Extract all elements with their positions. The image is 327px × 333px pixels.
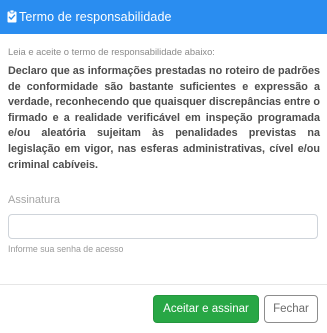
clipboard-check-icon [7, 9, 17, 23]
signature-input[interactable] [8, 214, 318, 239]
instruction-text: Leia e aceite o termo de responsabilidad… [8, 46, 215, 57]
signature-help-text: Informe sua senha de acesso [8, 244, 124, 254]
signature-label: Assinatura [8, 194, 60, 206]
modal-header: Termo de responsabilidade [0, 0, 327, 34]
footer-divider [0, 284, 327, 285]
close-button[interactable]: Fechar [264, 295, 318, 323]
modal-title: Termo de responsabilidade [19, 10, 172, 24]
responsibility-term-modal: Termo de responsabilidade Leia e aceite … [0, 0, 327, 333]
accept-and-sign-button[interactable]: Aceitar e assinar [153, 295, 259, 323]
declaration-text: Declaro que as informações prestadas no … [8, 65, 321, 171]
